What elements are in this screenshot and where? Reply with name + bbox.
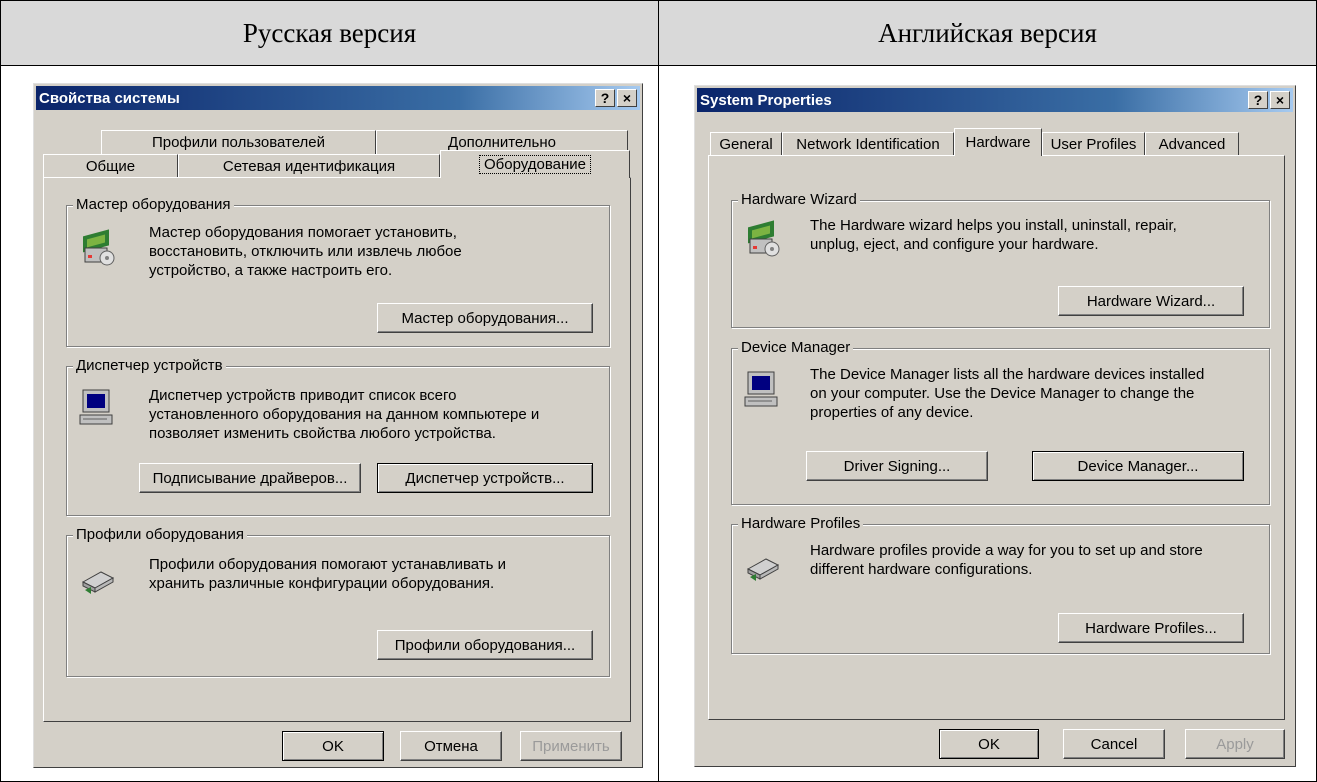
tab-hardware[interactable]: Оборудование	[440, 150, 630, 178]
en-titlebar[interactable]: System Properties ? ×	[697, 88, 1293, 112]
group-title: Hardware Wizard	[738, 191, 860, 209]
en-wizard-description: The Hardware wizard helps you install, u…	[810, 216, 1177, 254]
header-russian: Русская версия	[0, 0, 659, 66]
text-line: Hardware profiles provide a way for you …	[810, 542, 1203, 559]
apply-button[interactable]: Применить	[520, 731, 622, 761]
tab-general[interactable]: Общие	[43, 154, 178, 178]
ru-system-properties-dialog: Свойства системы ? × Профили пользовател…	[33, 83, 643, 768]
text-line: The Device Manager lists all the hardwar…	[810, 366, 1205, 383]
text-line: позволяет изменить свойства любого устро…	[149, 425, 496, 442]
tab-label: Hardware	[965, 134, 1031, 151]
text-line: установленного оборудования на данном ко…	[149, 406, 540, 423]
tab-user-profiles[interactable]: Профили пользователей	[101, 130, 376, 154]
ru-devmgr-description: Диспетчер устройств приводит список всег…	[149, 386, 539, 443]
hardware-profiles-button[interactable]: Профили оборудования...	[377, 630, 593, 660]
text-line: устройство, а также настроить его.	[149, 262, 393, 279]
text-line: Профили оборудования помогают устанавлив…	[149, 556, 506, 573]
group-title: Hardware Profiles	[738, 515, 864, 533]
ok-button[interactable]: OK	[939, 729, 1039, 759]
ru-tab-panel: Мастер оборудования Мастер оборудования …	[43, 177, 631, 722]
help-button[interactable]: ?	[1248, 91, 1268, 109]
tab-label: Общие	[85, 158, 136, 175]
tab-network-identification[interactable]: Сетевая идентификация	[178, 154, 440, 178]
group-title: Профили оборудования	[73, 526, 247, 544]
en-profiles-description: Hardware profiles provide a way for you …	[810, 541, 1203, 579]
en-profiles-group: Hardware Profiles Hardware profiles prov…	[731, 515, 1270, 654]
tab-user-profiles[interactable]: User Profiles	[1042, 132, 1145, 156]
hardware-wizard-button[interactable]: Мастер оборудования...	[377, 303, 593, 333]
group-title: Диспетчер устройств	[73, 357, 226, 375]
ru-dialog-title: Свойства системы	[39, 89, 180, 107]
device-manager-button[interactable]: Device Manager...	[1032, 451, 1244, 481]
ru-profiles-group: Профили оборудования Профили оборудовани…	[66, 526, 610, 677]
device-manager-button[interactable]: Диспетчер устройств...	[377, 463, 593, 493]
header-russian-text: Русская версия	[242, 17, 417, 48]
text-line: Диспетчер устройств приводит список всег…	[149, 387, 457, 404]
tab-general[interactable]: General	[710, 132, 782, 156]
header-english-text: Английская версия	[878, 17, 1097, 48]
tab-label: Advanced	[1158, 136, 1226, 153]
tab-network-identification[interactable]: Network Identification	[782, 132, 954, 156]
tab-label: Оборудование	[478, 155, 592, 174]
help-button[interactable]: ?	[595, 89, 615, 107]
en-wizard-group: Hardware Wizard The Hardware wizard help…	[731, 191, 1270, 328]
ok-button[interactable]: OK	[282, 731, 384, 761]
group-title: Мастер оборудования	[73, 196, 234, 214]
text-line: unplug, eject, and configure your hardwa…	[810, 236, 1099, 253]
ru-devmgr-group: Диспетчер устройств Диспетчер устройств …	[66, 357, 610, 516]
tab-hardware[interactable]: Hardware	[954, 128, 1042, 156]
tab-label: General	[719, 136, 773, 153]
text-line: восстановить, отключить или извлечь любо…	[149, 243, 462, 260]
tab-label: Сетевая идентификация	[222, 158, 396, 175]
close-button[interactable]: ×	[1270, 91, 1290, 109]
text-line: хранить различные конфигурации оборудова…	[149, 575, 495, 592]
en-system-properties-dialog: System Properties ? × General Network Id…	[694, 85, 1296, 767]
hardware-wizard-button[interactable]: Hardware Wizard...	[1058, 286, 1244, 316]
text-line: properties of any device.	[810, 404, 974, 421]
ru-titlebar[interactable]: Свойства системы ? ×	[36, 86, 640, 110]
tab-label: Дополнительно	[448, 134, 556, 151]
driver-signing-button[interactable]: Driver Signing...	[806, 451, 988, 481]
tab-label: User Profiles	[1050, 136, 1137, 153]
header-english: Английская версия	[658, 0, 1317, 66]
hardware-profiles-icon	[746, 558, 780, 581]
apply-button[interactable]: Apply	[1185, 729, 1285, 759]
driver-signing-button[interactable]: Подписывание драйверов...	[139, 463, 361, 493]
ru-wizard-description: Мастер оборудования помогает установить,…	[149, 223, 462, 280]
hardware-profiles-button[interactable]: Hardware Profiles...	[1058, 613, 1244, 643]
en-dialog-title: System Properties	[700, 91, 832, 109]
group-title: Device Manager	[738, 339, 854, 357]
tab-label: Профили пользователей	[151, 134, 326, 151]
text-line: The Hardware wizard helps you install, u…	[810, 217, 1177, 234]
hardware-wizard-icon	[748, 220, 780, 257]
text-line: on your computer. Use the Device Manager…	[810, 385, 1195, 402]
tab-advanced[interactable]: Advanced	[1145, 132, 1239, 156]
tab-label: Network Identification	[796, 136, 940, 153]
hardware-profiles-icon	[81, 571, 115, 594]
cancel-button[interactable]: Cancel	[1063, 729, 1165, 759]
text-line: Мастер оборудования помогает установить,	[149, 224, 457, 241]
hardware-wizard-icon	[83, 229, 115, 266]
ru-profiles-description: Профили оборудования помогают устанавлив…	[149, 555, 506, 593]
text-line: different hardware configurations.	[810, 561, 1033, 578]
en-tab-panel: Hardware Wizard The Hardware wizard help…	[708, 155, 1285, 720]
computer-icon	[79, 389, 113, 425]
close-button[interactable]: ×	[617, 89, 637, 107]
computer-icon	[744, 371, 778, 407]
ru-wizard-group: Мастер оборудования Мастер оборудования …	[66, 196, 610, 347]
cancel-button[interactable]: Отмена	[400, 731, 502, 761]
en-devmgr-group: Device Manager The Device Manager lists …	[731, 339, 1270, 505]
en-devmgr-description: The Device Manager lists all the hardwar…	[810, 365, 1204, 422]
